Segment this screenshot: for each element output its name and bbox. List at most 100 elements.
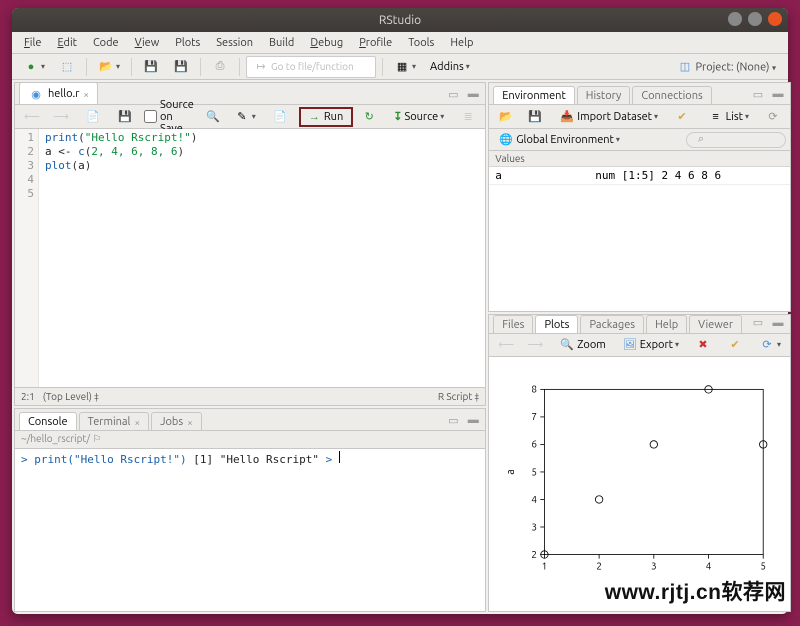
window-maximize-button[interactable] <box>748 12 762 26</box>
grid-button[interactable]: ▦▾ <box>389 56 421 78</box>
scope-selector[interactable]: (Top Level) ‡ <box>43 391 99 402</box>
project-selector[interactable]: ◫ Project: (None) ▾ <box>671 57 782 77</box>
tab-console[interactable]: Console <box>19 412 77 430</box>
outline-button[interactable]: ≣ <box>455 106 481 128</box>
plot-next-button[interactable]: ⟶ <box>522 334 548 356</box>
plots-toolbar: ⟵ ⟶ 🔍 Zoom 🖼 Export ▾ ✖ ✔ ⟳▾ <box>489 334 790 357</box>
menu-tools[interactable]: Tools <box>400 34 442 52</box>
menu-profile[interactable]: Profile <box>351 34 400 52</box>
rerun-button[interactable]: ↻ <box>356 106 382 128</box>
tab-files[interactable]: Files <box>493 315 533 333</box>
new-file-button[interactable]: ●▾ <box>18 56 50 78</box>
tab-history[interactable]: History <box>577 86 631 104</box>
save-source-button[interactable]: 💾 <box>112 106 138 128</box>
close-icon[interactable]: × <box>83 89 89 100</box>
source-button[interactable]: ↧Source ▾ <box>388 107 449 126</box>
tab-terminal[interactable]: Terminal × <box>79 412 149 430</box>
env-var-name: a <box>495 169 595 182</box>
menu-view[interactable]: View <box>127 34 168 52</box>
arrow-left-icon: ⟵ <box>498 337 514 353</box>
tab-connections[interactable]: Connections <box>632 86 711 104</box>
clear-workspace-button[interactable]: ✔ <box>669 106 695 128</box>
line-gutter: 12345 <box>15 129 39 387</box>
pane-collapse-icon[interactable]: ▬ <box>465 412 481 428</box>
source-editor[interactable]: 12345 print("Hello Rscript!") a <- c(2, … <box>15 129 485 387</box>
lang-selector[interactable]: R Script ‡ <box>438 391 479 402</box>
svg-text:4: 4 <box>706 560 712 571</box>
env-search-input[interactable]: ⌕ <box>686 132 786 148</box>
tab-environment[interactable]: Environment <box>493 86 575 104</box>
addins-button[interactable]: Addins ▾ <box>425 58 475 76</box>
save-workspace-button[interactable]: 💾 <box>522 106 548 128</box>
plot-prev-button[interactable]: ⟵ <box>493 334 519 356</box>
wand-button[interactable]: ✎▾ <box>229 106 261 128</box>
forward-button[interactable]: ⟶ <box>48 106 74 128</box>
menu-session[interactable]: Session <box>208 34 261 52</box>
tab-viewer[interactable]: Viewer <box>689 315 742 333</box>
menu-debug[interactable]: Debug <box>302 34 351 52</box>
menu-code[interactable]: Code <box>85 34 127 52</box>
svg-text:4: 4 <box>532 494 538 505</box>
pane-collapse-icon[interactable]: ▬ <box>465 86 481 102</box>
open-file-button[interactable]: 📂▾ <box>93 56 125 78</box>
svg-text:8: 8 <box>532 384 538 395</box>
env-scope-selector[interactable]: 🌐 Global Environment ▾ <box>493 129 625 151</box>
import-dataset-button[interactable]: 📥 Import Dataset ▾ <box>554 106 663 128</box>
env-variable-row[interactable]: a num [1:5] 2 4 6 8 6 <box>489 167 790 185</box>
pane-collapse-icon[interactable]: ▬ <box>770 315 786 331</box>
menu-plots[interactable]: Plots <box>167 34 208 52</box>
list-view-button[interactable]: ≡ List ▾ <box>703 106 754 128</box>
save-all-button[interactable]: 💾 <box>168 56 194 78</box>
svg-text:a: a <box>505 469 517 475</box>
goto-file-input[interactable]: ↦ Go to file/function <box>246 56 376 78</box>
console-body[interactable]: > print("Hello Rscript!") [1] "Hello Rsc… <box>15 449 485 611</box>
menu-edit[interactable]: Edit <box>49 34 85 52</box>
run-button[interactable]: →Run <box>299 107 353 127</box>
refresh-env-button[interactable]: ⟳ <box>760 106 786 128</box>
tab-packages[interactable]: Packages <box>580 315 644 333</box>
pane-popout-icon[interactable]: ▭ <box>750 315 766 331</box>
grid-icon: ▦ <box>394 59 410 75</box>
code-area[interactable]: print("Hello Rscript!") a <- c(2, 4, 6, … <box>39 129 203 387</box>
env-section-values: Values <box>489 151 790 167</box>
arrow-right-icon: ⟶ <box>53 109 69 125</box>
broom-icon: ✔ <box>727 337 743 353</box>
folder-open-icon: 📂 <box>498 109 514 125</box>
console-cwd: ~/hello_rscript/ ⚐ <box>15 431 485 449</box>
load-workspace-button[interactable]: 📂 <box>493 106 519 128</box>
window-title: RStudio <box>379 14 421 27</box>
find-button[interactable]: 🔍 <box>200 106 226 128</box>
window-minimize-button[interactable] <box>728 12 742 26</box>
save-button[interactable]: 💾 <box>138 56 164 78</box>
globe-icon: 🌐 <box>498 132 514 148</box>
remove-plot-button[interactable]: ✖ <box>690 334 716 356</box>
menu-help[interactable]: Help <box>442 34 481 52</box>
plot-canvas: 234567812345a <box>489 357 790 612</box>
floppy-icon: 💾 <box>143 59 159 75</box>
zoom-button[interactable]: 🔍 Zoom <box>554 334 611 356</box>
back-button[interactable]: ⟵ <box>19 106 45 128</box>
export-button[interactable]: 🖼 Export ▾ <box>617 334 684 356</box>
pane-popout-icon[interactable]: ▭ <box>445 86 461 102</box>
window-close-button[interactable] <box>768 12 782 26</box>
clear-plots-button[interactable]: ✔ <box>722 334 748 356</box>
print-icon: ⎙ <box>212 59 228 75</box>
new-project-button[interactable]: ⬚ <box>54 56 80 78</box>
plots-tabbar: Files Plots Packages Help Viewer ▭ ▬ <box>489 315 790 334</box>
menu-build[interactable]: Build <box>261 34 302 52</box>
tab-jobs[interactable]: Jobs × <box>151 412 202 430</box>
pane-popout-icon[interactable]: ▭ <box>750 86 766 102</box>
menu-file[interactable]: File <box>16 34 49 52</box>
pane-collapse-icon[interactable]: ▬ <box>770 86 786 102</box>
tab-help[interactable]: Help <box>646 315 687 333</box>
remove-icon: ✖ <box>695 337 711 353</box>
search-icon: 🔍 <box>205 109 221 125</box>
report-button[interactable]: 📄 <box>267 106 293 128</box>
source-tab-hello[interactable]: ◉ hello.r × <box>19 82 98 104</box>
pane-popout-icon[interactable]: ▭ <box>445 412 461 428</box>
tab-plots[interactable]: Plots <box>535 315 578 333</box>
print-button[interactable]: ⎙ <box>207 56 233 78</box>
show-in-new-button[interactable]: 📄 <box>80 106 106 128</box>
refresh-plot-button[interactable]: ⟳▾ <box>754 334 786 356</box>
svg-text:3: 3 <box>651 560 657 571</box>
